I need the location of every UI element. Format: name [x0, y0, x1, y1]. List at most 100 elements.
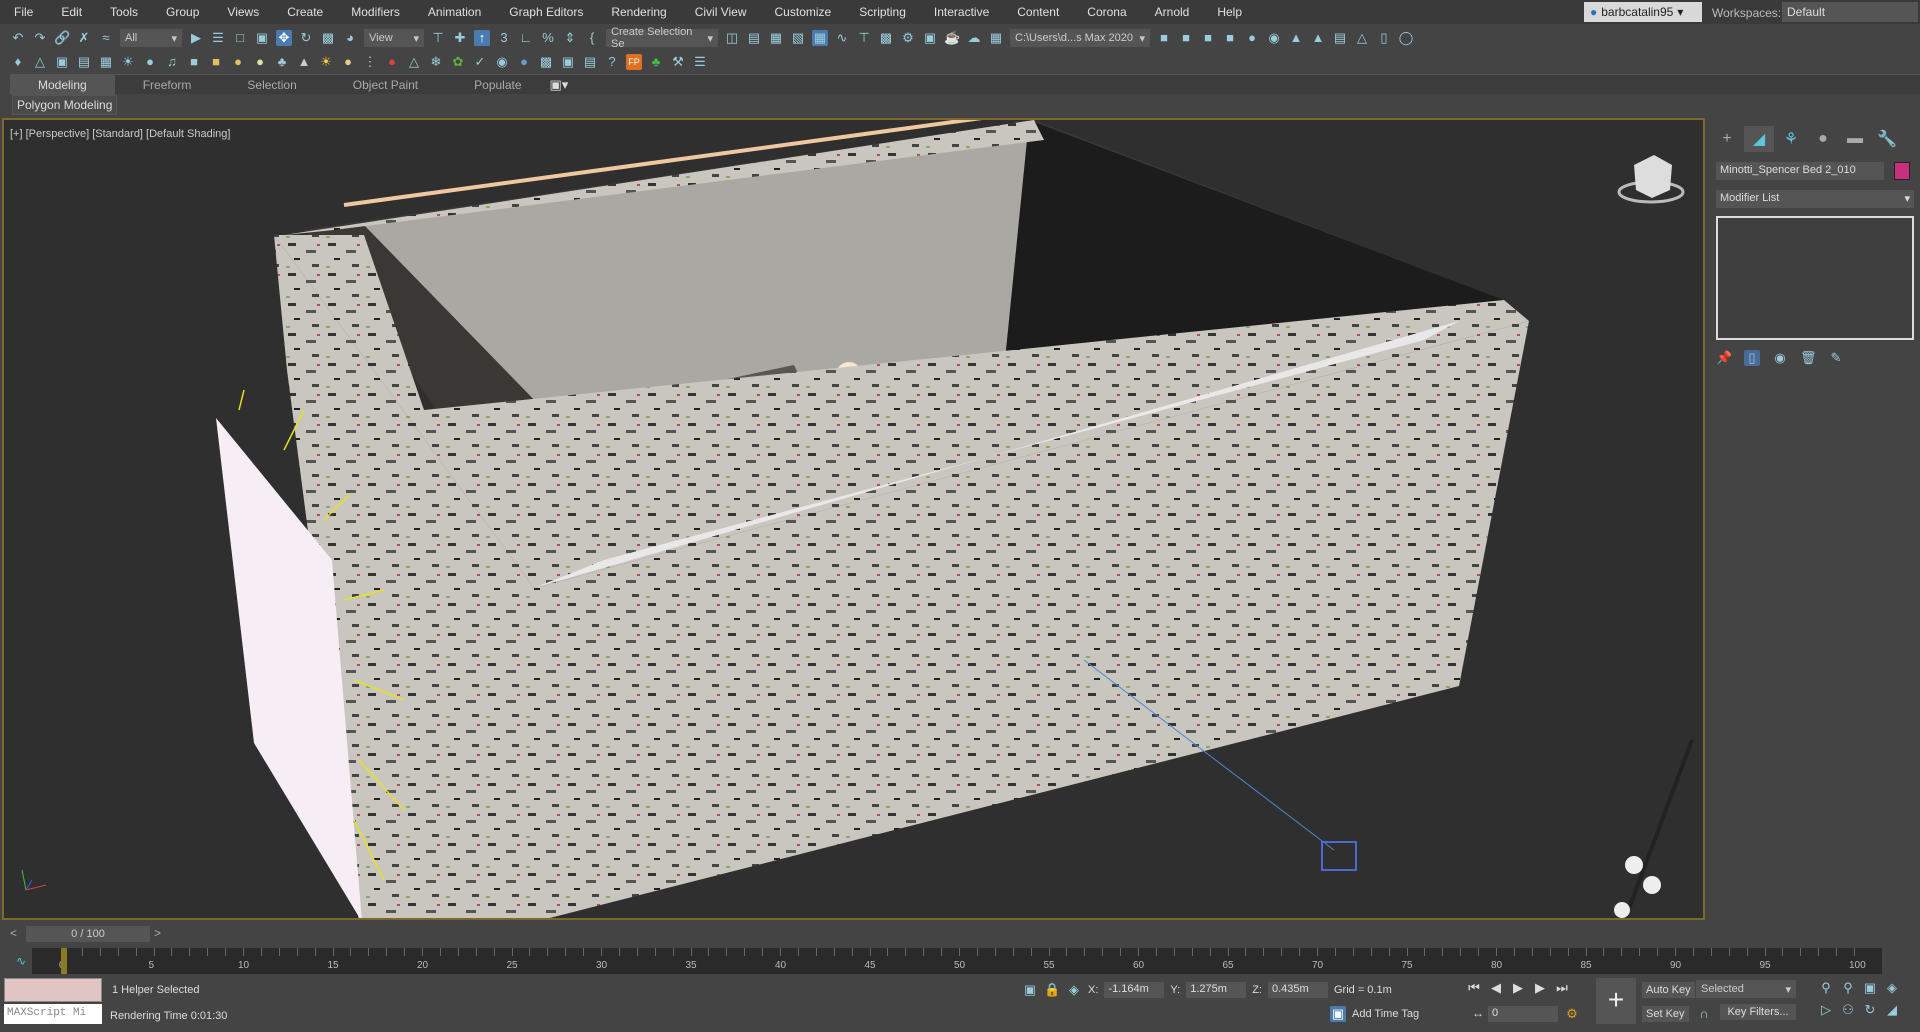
forest-pack-icon[interactable]: FP [626, 54, 642, 70]
rendered-frame-icon[interactable]: ▣ [922, 30, 938, 46]
undo-icon[interactable]: ↶ [10, 30, 26, 46]
menu-edit[interactable]: Edit [47, 5, 96, 19]
key-filters-button[interactable]: Key Filters... [1720, 1004, 1796, 1020]
bind-space-warp-icon[interactable]: ≈ [98, 30, 114, 46]
plane-icon[interactable]: △ [32, 54, 48, 70]
configure-modifier-sets-icon[interactable]: ✎ [1828, 350, 1844, 366]
set-key-button[interactable]: Set Key [1642, 1006, 1689, 1022]
x-coordinate-field[interactable]: -1.164m [1104, 982, 1165, 998]
corona-scatter-icon[interactable]: ▲ [1310, 30, 1326, 46]
menu-scripting[interactable]: Scripting [845, 5, 920, 19]
sun-icon[interactable]: ☀ [318, 54, 334, 70]
move-icon[interactable]: ✥ [276, 30, 292, 46]
perspective-viewport[interactable]: [+] [Perspective] [Standard] [Default Sh… [2, 118, 1705, 920]
unlink-icon[interactable]: ✗ [76, 30, 92, 46]
set-key-big-button[interactable]: + [1596, 978, 1636, 1024]
user-account-button[interactable]: ● barbcatalin95 ▾ [1584, 2, 1702, 22]
menu-graph-editors[interactable]: Graph Editors [495, 5, 597, 19]
corona-render-icon[interactable]: ■ [1156, 30, 1172, 46]
menu-modifiers[interactable]: Modifiers [337, 5, 414, 19]
scatter-icon[interactable]: ⋮ [362, 54, 378, 70]
z-coordinate-field[interactable]: 0.435m [1267, 982, 1328, 998]
y-coordinate-field[interactable]: 1.275m [1186, 982, 1247, 998]
orbit-icon[interactable]: ↻ [1862, 1002, 1878, 1018]
menu-content[interactable]: Content [1003, 5, 1073, 19]
default-tangent-icon[interactable]: ∩ [1696, 1006, 1712, 1022]
play-icon[interactable]: ▶ [1510, 980, 1526, 996]
modify-tab-icon[interactable]: ◢ [1744, 126, 1774, 152]
align-icon[interactable]: ▤ [746, 30, 762, 46]
show-end-result-icon[interactable]: ▯ [1744, 350, 1760, 366]
modifier-list-dropdown[interactable]: Modifier List ▾ [1716, 190, 1914, 208]
ribbon-toggle-icon[interactable]: ▦ [812, 30, 828, 46]
mirror-icon[interactable]: ◫ [724, 30, 740, 46]
create-tab-icon[interactable]: + [1712, 126, 1742, 152]
go-to-end-icon[interactable]: ⏭ [1554, 980, 1570, 996]
link-icon[interactable]: 🔗 [54, 30, 70, 46]
tab-modeling[interactable]: Modeling [10, 74, 115, 95]
corona-region-icon[interactable]: ■ [1200, 30, 1216, 46]
project-folder-dropdown[interactable]: C:\Users\d...s Max 2020 ▾ [1010, 29, 1150, 47]
corona-vfb-icon[interactable]: ■ [1222, 30, 1238, 46]
percent-snap-icon[interactable]: % [540, 30, 556, 46]
ribbon-options-icon[interactable]: ▣▾ [550, 77, 569, 93]
menu-animation[interactable]: Animation [414, 5, 495, 19]
corona-light-icon[interactable]: ● [1244, 30, 1260, 46]
light-lister-icon[interactable]: ☀ [120, 54, 136, 70]
select-by-name-icon[interactable]: ☰ [210, 30, 226, 46]
keyboard-shortcut-toggle-icon[interactable]: ↑ [474, 30, 490, 46]
object-color-swatch[interactable] [1894, 162, 1910, 180]
curve-editor-mini-icon[interactable]: ∿ [16, 954, 26, 968]
tools-icon[interactable]: ⚒ [670, 54, 686, 70]
polygon-modeling-panel[interactable]: Polygon Modeling [12, 95, 118, 115]
select-manipulate-icon[interactable]: ✚ [452, 30, 468, 46]
time-slider[interactable]: 0 / 100 [26, 926, 150, 942]
motion-tab-icon[interactable]: ● [1808, 126, 1838, 152]
tripod-icon[interactable]: △ [406, 54, 422, 70]
tab-object-paint[interactable]: Object Paint [325, 75, 446, 95]
edit-named-selection-icon[interactable]: { [584, 30, 600, 46]
pivot-icon[interactable]: ⊤ [430, 30, 446, 46]
menu-help[interactable]: Help [1203, 5, 1256, 19]
menu-civil-view[interactable]: Civil View [681, 5, 761, 19]
rectangular-selection-icon[interactable]: □ [232, 30, 248, 46]
list-icon[interactable]: ▤ [76, 54, 92, 70]
sound-icon[interactable]: ♫ [164, 54, 180, 70]
timeline-track[interactable]: 0510152025303540455055606570758085909510… [32, 948, 1882, 974]
workspace-select[interactable]: Default [1782, 2, 1918, 22]
tab-selection[interactable]: Selection [219, 75, 324, 95]
camera-icon[interactable] [1321, 841, 1357, 871]
scene-explorer-icon[interactable]: ▦ [768, 30, 784, 46]
corona-camera-icon[interactable]: △ [1354, 30, 1370, 46]
menu-interactive[interactable]: Interactive [920, 5, 1003, 19]
walk-through-icon[interactable]: ⚇ [1840, 1002, 1856, 1018]
help-icon[interactable]: ? [604, 54, 620, 70]
window-crossing-icon[interactable]: ▣ [254, 30, 270, 46]
redo-icon[interactable]: ↷ [32, 30, 48, 46]
corona-proxy-icon[interactable]: ▲ [1288, 30, 1304, 46]
hierarchy-tab-icon[interactable]: ⚘ [1776, 126, 1806, 152]
lock-selection-icon[interactable]: 🔒 [1044, 982, 1060, 998]
menu-rendering[interactable]: Rendering [597, 5, 680, 19]
plant-icon[interactable]: ♣ [274, 54, 290, 70]
sphere-icon[interactable]: ● [252, 54, 268, 70]
menu-group[interactable]: Group [152, 5, 213, 19]
current-frame-field[interactable]: 0 [1488, 1006, 1558, 1022]
scale-icon[interactable]: ▩ [320, 30, 336, 46]
menu-corona[interactable]: Corona [1073, 5, 1140, 19]
previous-frame-icon[interactable]: < [10, 926, 17, 940]
curve-editor-icon[interactable]: ∿ [834, 30, 850, 46]
render-setup-icon[interactable]: ⚙ [900, 30, 916, 46]
box-icon[interactable]: ■ [208, 54, 224, 70]
named-selection-dropdown[interactable]: Create Selection Se ▾ [606, 26, 718, 50]
maxscript-mini-input[interactable]: MAXScript Mi [4, 1004, 102, 1024]
disc-icon[interactable]: ● [340, 54, 356, 70]
table-icon[interactable]: ▦ [98, 54, 114, 70]
previous-key-icon[interactable]: ◀ [1488, 980, 1504, 996]
next-key-icon[interactable]: ▶ [1532, 980, 1548, 996]
grass-icon[interactable]: ✿ [450, 54, 466, 70]
layers-icon[interactable]: ▤ [582, 54, 598, 70]
tab-populate[interactable]: Populate [446, 75, 549, 95]
key-mode-icon[interactable]: ↔ [1472, 1006, 1484, 1020]
utilities-tab-icon[interactable]: 🔧 [1872, 126, 1902, 152]
